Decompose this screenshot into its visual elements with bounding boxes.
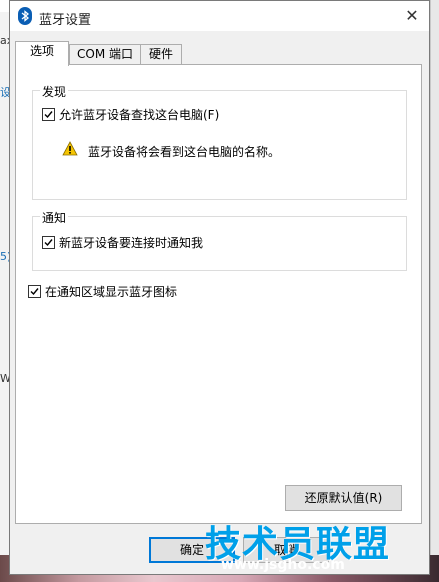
checkbox-box: [42, 236, 55, 249]
close-button[interactable]: ✕: [403, 7, 421, 25]
title-bar: 蓝牙设置 ✕: [10, 1, 429, 31]
tab-com-ports[interactable]: COM 端口: [69, 44, 141, 64]
checkbox-box: [42, 108, 55, 121]
notify-new-device-label: 新蓝牙设备要连接时通知我: [59, 236, 204, 250]
tab-hardware[interactable]: 硬件: [140, 44, 182, 64]
allow-discovery-label: 允许蓝牙设备查找这台电脑(F): [59, 108, 220, 122]
tab-options[interactable]: 选项: [15, 41, 69, 66]
discovery-warning-text: 蓝牙设备将会看到这台电脑的名称。: [88, 145, 281, 159]
restore-defaults-button[interactable]: 还原默认值(R): [285, 485, 402, 511]
watermark-url: www.jsgho.com: [221, 557, 345, 573]
allow-discovery-checkbox[interactable]: 允许蓝牙设备查找这台电脑(F): [42, 106, 219, 123]
notify-new-device-checkbox[interactable]: 新蓝牙设备要连接时通知我: [42, 234, 203, 251]
show-tray-icon-checkbox[interactable]: 在通知区域显示蓝牙图标: [28, 283, 177, 300]
notifications-group-label: 通知: [40, 209, 69, 226]
warning-icon: [62, 141, 78, 156]
checkbox-box: [28, 285, 41, 298]
discovery-group-label: 发现: [40, 83, 69, 100]
show-tray-icon-label: 在通知区域显示蓝牙图标: [45, 285, 178, 299]
background-right-edge: [430, 0, 439, 582]
options-panel: 发现 允许蓝牙设备查找这台电脑(F) 蓝牙设备将会看到这台电脑的名称。 通知 新…: [15, 64, 422, 524]
bluetooth-settings-dialog: 蓝牙设置 ✕ 选项 COM 端口 硬件 发现 允许蓝牙设备查找这台电脑(F) 蓝…: [9, 0, 430, 575]
bluetooth-icon: [18, 7, 32, 25]
window-title: 蓝牙设置: [39, 13, 92, 28]
site-watermark: 技术员联盟 www.jsgho.com: [205, 515, 400, 575]
